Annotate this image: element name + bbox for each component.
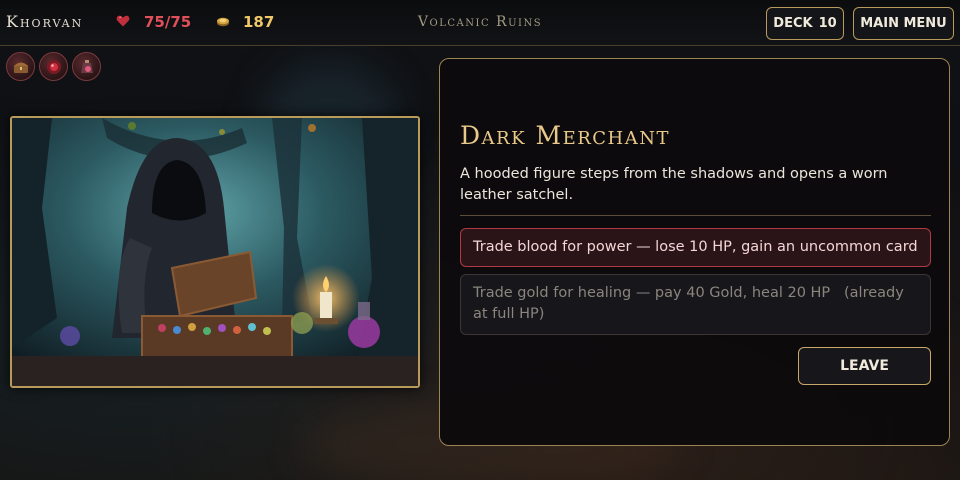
relic-slot-2[interactable]	[39, 52, 68, 81]
deck-label: DECK	[773, 16, 813, 31]
hero-name: Khorvan	[6, 12, 84, 31]
divider	[460, 215, 931, 216]
deck-button[interactable]: DECK 10	[766, 7, 844, 40]
event-title: Dark Merchant	[460, 121, 671, 150]
heart-icon	[116, 15, 130, 27]
hp-value: 75/75	[144, 13, 192, 31]
main-menu-button[interactable]: MAIN MENU	[853, 7, 954, 40]
location-name: Volcanic Ruins	[417, 14, 543, 30]
relic-slot-1[interactable]	[6, 52, 35, 81]
potion-satchel-relic-icon	[80, 59, 93, 73]
option-label: Trade gold for healing — pay 40 Gold, he…	[473, 285, 909, 322]
gold-coin-icon	[217, 17, 229, 27]
leave-button[interactable]: LEAVE	[798, 347, 931, 385]
event-description: A hooded figure steps from the shadows a…	[460, 166, 888, 203]
dark-merchant-illustration	[12, 118, 418, 386]
event-panel: Dark Merchant A hooded figure steps from…	[439, 58, 950, 446]
gold-value: 187	[243, 13, 275, 31]
event-illustration	[10, 116, 420, 388]
event-option-trade-gold-disabled: Trade gold for healing — pay 40 Gold, he…	[460, 274, 931, 335]
option-label: Trade blood for power — lose 10 HP, gain…	[473, 239, 918, 255]
blood-orb-relic-icon	[46, 59, 61, 74]
treasure-chest-relic-icon	[13, 62, 28, 73]
event-option-trade-blood[interactable]: Trade blood for power — lose 10 HP, gain…	[460, 228, 931, 267]
relic-slot-3[interactable]	[72, 52, 101, 81]
top-bar: Khorvan 75/75 187 Volcanic Ruins DECK 10…	[0, 0, 960, 46]
deck-count: 10	[818, 16, 837, 31]
